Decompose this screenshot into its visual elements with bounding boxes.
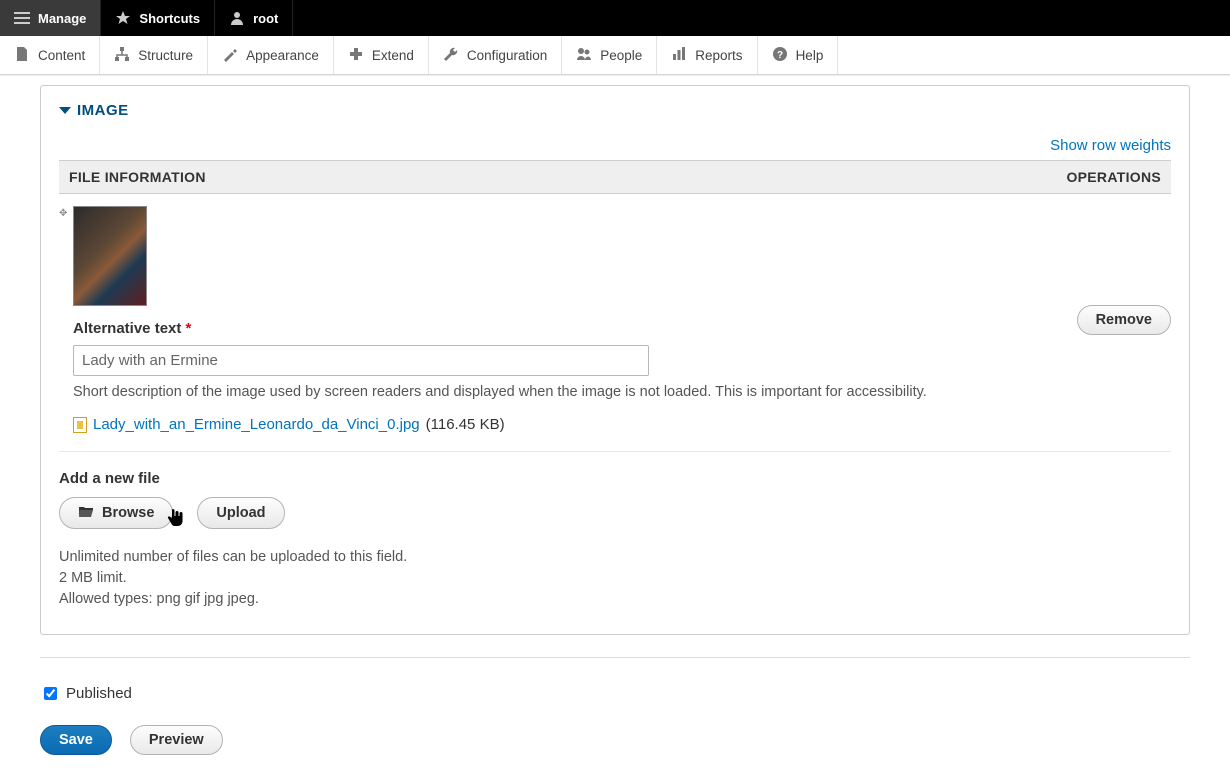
toolbar-user-label: root	[253, 11, 278, 26]
alt-text-label-text: Alternative text	[73, 320, 181, 337]
published-row[interactable]: Published	[40, 684, 1190, 703]
browse-button[interactable]: Browse	[59, 497, 173, 529]
show-row-weights-link[interactable]: Show row weights	[1050, 137, 1171, 154]
admin-structure-label: Structure	[138, 48, 193, 63]
people-icon	[576, 46, 592, 65]
footer-section: Published Save Preview	[40, 657, 1190, 755]
add-new-buttons: Browse Upload	[59, 497, 1171, 529]
admin-extend[interactable]: Extend	[334, 36, 429, 74]
admin-appearance-label: Appearance	[246, 48, 319, 63]
admin-reports[interactable]: Reports	[657, 36, 757, 74]
structure-icon	[114, 46, 130, 65]
save-button[interactable]: Save	[40, 725, 112, 755]
file-link[interactable]: Lady_with_an_Ermine_Leonardo_da_Vinci_0.…	[93, 416, 420, 433]
action-buttons: Save Preview	[40, 725, 1190, 755]
toolbar-manage[interactable]: Manage	[0, 0, 101, 36]
upload-hints: Unlimited number of files can be uploade…	[59, 547, 1171, 610]
reports-icon	[671, 46, 687, 65]
toolbar-shortcuts[interactable]: Shortcuts	[101, 0, 215, 36]
admin-help-label: Help	[796, 48, 824, 63]
row-weights-wrap: Show row weights	[59, 137, 1171, 154]
file-info-cell: Alternative text * Short description of …	[73, 206, 1041, 433]
browse-button-label: Browse	[102, 505, 154, 521]
preview-button[interactable]: Preview	[130, 725, 223, 755]
operations-cell: Remove	[1041, 206, 1171, 433]
admin-content[interactable]: Content	[0, 36, 100, 74]
add-new-file-label: Add a new file	[59, 470, 1171, 487]
admin-structure[interactable]: Structure	[100, 36, 208, 74]
published-checkbox[interactable]	[44, 687, 57, 700]
alt-text-description: Short description of the image used by s…	[73, 384, 1041, 400]
hint-limit: 2 MB limit.	[59, 568, 1171, 589]
upload-button[interactable]: Upload	[197, 497, 284, 529]
user-icon	[229, 10, 245, 26]
fieldset-legend[interactable]: IMAGE	[59, 102, 1171, 119]
extend-icon	[348, 46, 364, 65]
admin-people-label: People	[600, 48, 642, 63]
th-file-info: FILE INFORMATION	[69, 169, 206, 185]
alt-text-input[interactable]	[73, 345, 649, 376]
wrench-icon	[443, 46, 459, 65]
drag-handle-icon[interactable]: ✥	[59, 206, 73, 433]
hint-unlimited: Unlimited number of files can be uploade…	[59, 547, 1171, 568]
folder-open-icon	[78, 504, 94, 522]
table-head: FILE INFORMATION OPERATIONS	[59, 160, 1171, 194]
admin-content-label: Content	[38, 48, 85, 63]
help-icon: ?	[772, 46, 788, 65]
document-icon	[14, 46, 30, 65]
alt-text-label: Alternative text *	[73, 320, 1041, 337]
image-thumbnail	[73, 206, 147, 306]
toolbar-user[interactable]: root	[215, 0, 293, 36]
toolbar-shortcuts-label: Shortcuts	[139, 11, 200, 26]
admin-configuration[interactable]: Configuration	[429, 36, 562, 74]
file-table: FILE INFORMATION OPERATIONS ✥ Alternativ…	[59, 160, 1171, 452]
table-row: ✥ Alternative text * Short description o…	[59, 194, 1171, 452]
file-link-row: Lady_with_an_Ermine_Leonardo_da_Vinci_0.…	[73, 416, 1041, 433]
add-new-file-section: Add a new file Browse Upload Unlimited n…	[59, 470, 1171, 610]
image-fieldset: IMAGE Show row weights FILE INFORMATION …	[40, 85, 1190, 635]
admin-reports-label: Reports	[695, 48, 742, 63]
star-icon	[115, 10, 131, 26]
svg-text:?: ?	[777, 50, 783, 61]
appearance-icon	[222, 46, 238, 65]
admin-people[interactable]: People	[562, 36, 657, 74]
admin-menu: Content Structure Appearance Extend Conf…	[0, 36, 1230, 75]
toolbar-manage-label: Manage	[38, 11, 86, 26]
file-icon	[73, 417, 87, 433]
admin-extend-label: Extend	[372, 48, 414, 63]
admin-configuration-label: Configuration	[467, 48, 547, 63]
hint-types: Allowed types: png gif jpg jpeg.	[59, 589, 1171, 610]
admin-help[interactable]: ? Help	[758, 36, 839, 74]
toolbar-top: Manage Shortcuts root	[0, 0, 1230, 36]
fieldset-legend-text: IMAGE	[77, 102, 129, 119]
required-marker: *	[186, 320, 192, 337]
admin-appearance[interactable]: Appearance	[208, 36, 334, 74]
remove-button[interactable]: Remove	[1077, 305, 1171, 335]
chevron-down-icon	[59, 107, 71, 114]
page-content: IMAGE Show row weights FILE INFORMATION …	[0, 75, 1230, 775]
th-operations: OPERATIONS	[1066, 169, 1161, 185]
file-size: (116.45 KB)	[426, 416, 505, 433]
published-label: Published	[66, 685, 132, 702]
hamburger-icon	[14, 10, 30, 26]
